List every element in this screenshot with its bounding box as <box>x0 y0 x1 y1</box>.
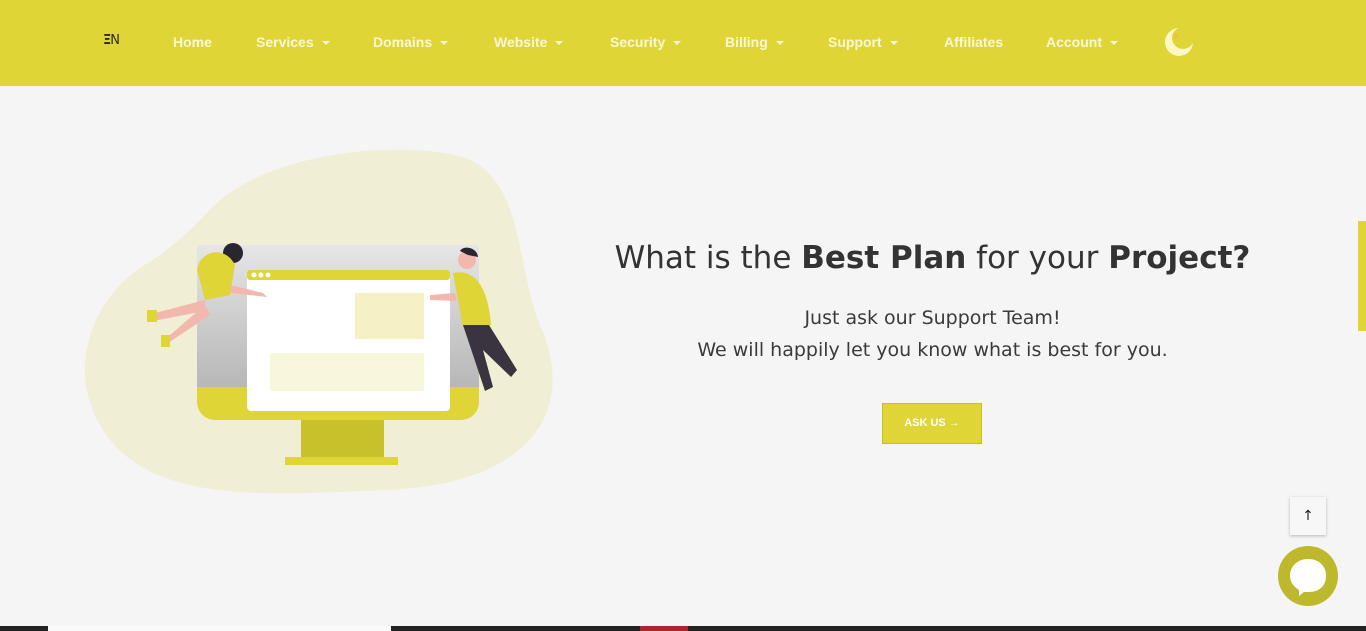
footer-edge-segment-light <box>48 626 391 631</box>
footer-edge-segment-red <box>640 626 688 631</box>
nav-domains[interactable]: Domains <box>373 33 449 51</box>
chevron-down-icon <box>889 41 898 46</box>
nav-security[interactable]: Security <box>610 33 682 51</box>
top-navbar: ΞN Home Services Domains Website Securit… <box>0 0 1366 86</box>
nav-billing[interactable]: Billing <box>725 33 784 51</box>
nav-home[interactable]: Home <box>173 33 212 51</box>
hero-illustration <box>84 145 565 495</box>
hero-subtext: Just ask our Support Team! We will happi… <box>600 302 1265 366</box>
hero-subtext-line2: We will happily let you know what is bes… <box>697 339 1168 361</box>
site-logo[interactable]: ΞN <box>103 32 120 50</box>
chevron-down-icon <box>775 41 784 46</box>
hero-subtext-line1: Just ask our Support Team! <box>804 307 1061 329</box>
hero-headline: What is the Best Plan for your Project? <box>614 240 1251 276</box>
chevron-down-icon <box>321 41 330 46</box>
chevron-down-icon <box>555 41 564 46</box>
footer-edge <box>0 626 1366 631</box>
nav-affiliates[interactable]: Affiliates <box>944 33 1003 51</box>
nav-website[interactable]: Website <box>494 33 564 51</box>
back-to-top-button[interactable]: ↑ <box>1290 497 1326 535</box>
arrow-up-icon: ↑ <box>1302 508 1314 524</box>
nav-account[interactable]: Account <box>1046 33 1118 51</box>
side-feedback-tab[interactable] <box>1358 221 1366 331</box>
logo-letter: N <box>110 33 120 48</box>
chevron-down-icon <box>673 41 682 46</box>
nav-services[interactable]: Services <box>256 33 330 51</box>
moon-icon[interactable] <box>1164 27 1194 57</box>
nav-support[interactable]: Support <box>828 33 898 51</box>
chat-button[interactable] <box>1278 546 1338 606</box>
ask-us-button[interactable]: ASK US → <box>882 403 982 444</box>
chat-bubble-icon <box>1290 559 1326 596</box>
chevron-down-icon <box>440 41 449 46</box>
chevron-down-icon <box>1110 41 1118 46</box>
